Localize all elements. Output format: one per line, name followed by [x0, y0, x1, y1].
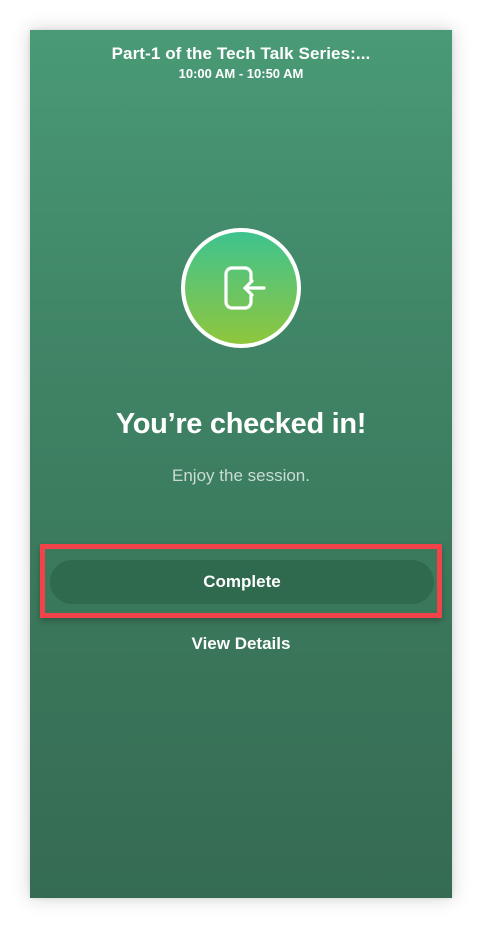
- check-in-door-arrow-icon: [185, 232, 297, 344]
- check-in-status-icon: [181, 228, 301, 348]
- view-details-link[interactable]: View Details: [30, 634, 452, 654]
- complete-button[interactable]: Complete: [50, 560, 434, 604]
- checked-in-heading: You’re checked in!: [115, 408, 367, 440]
- session-header: Part-1 of the Tech Talk Series:... 10:00…: [30, 43, 452, 83]
- enjoy-session-text: Enjoy the session.: [172, 466, 310, 485]
- checkin-screen: Part-1 of the Tech Talk Series:... 10:00…: [30, 30, 452, 898]
- session-title: Part-1 of the Tech Talk Series:...: [111, 44, 371, 63]
- session-time: 10:00 AM - 10:50 AM: [178, 66, 304, 81]
